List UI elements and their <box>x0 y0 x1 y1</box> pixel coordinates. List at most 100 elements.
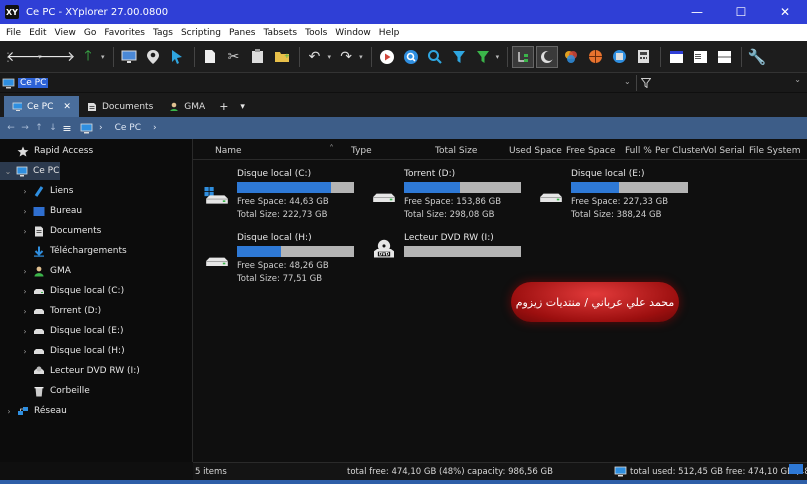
down-icon[interactable]: ↓ <box>46 123 60 133</box>
color-filter-icon[interactable] <box>560 46 582 68</box>
address-dropdown-icon[interactable]: ⌄ <box>624 77 631 86</box>
forward-arrow-icon[interactable]: 🡒 <box>38 46 76 68</box>
menu-go[interactable]: Go <box>80 28 100 38</box>
dark-mode-icon[interactable] <box>536 45 559 68</box>
up-icon[interactable]: ↑ <box>32 123 46 133</box>
tag-badge-icon[interactable] <box>608 46 630 68</box>
visual-filter-icon[interactable] <box>472 46 494 68</box>
menu-help[interactable]: Help <box>375 28 404 38</box>
resize-grip[interactable] <box>789 464 803 474</box>
expand-chevron-icon[interactable]: › <box>20 327 30 336</box>
tree-item-reseau[interactable]: › Réseau <box>4 402 66 420</box>
undo-dropdown-icon[interactable]: ▾ <box>328 53 332 61</box>
sort-ascending-icon[interactable]: ˄ <box>329 144 334 155</box>
cursor-icon[interactable] <box>166 46 188 68</box>
monitor-icon[interactable] <box>118 46 140 68</box>
dual-pane-icon[interactable] <box>713 46 735 68</box>
filter-icon[interactable] <box>448 46 470 68</box>
cut-icon[interactable]: ✂ <box>223 46 245 68</box>
search-icon[interactable] <box>424 46 446 68</box>
column-file-system[interactable]: File System <box>749 146 800 156</box>
menu-tags[interactable]: Tags <box>149 28 177 38</box>
new-file-icon[interactable] <box>199 46 221 68</box>
expand-chevron-icon[interactable]: › <box>4 407 14 416</box>
filter-dropdown-icon[interactable]: ▾ <box>496 53 500 61</box>
tree-item-corbeille[interactable]: Corbeille <box>20 382 90 400</box>
collapse-chevron-icon[interactable]: ⌄ <box>3 167 13 176</box>
menu-icon[interactable]: ≡ <box>60 122 74 135</box>
tree-item-ce-pc[interactable]: ⌄ Ce PC <box>0 162 60 180</box>
minimize-button[interactable]: — <box>675 0 719 24</box>
expand-chevron-icon[interactable]: › <box>20 227 30 236</box>
drive-item-e[interactable]: Disque local (E:) Free Space: 227,33 GB … <box>536 169 696 229</box>
find-files-icon[interactable] <box>400 46 422 68</box>
menu-favorites[interactable]: Favorites <box>100 28 149 38</box>
new-folder-icon[interactable]: + <box>271 46 293 68</box>
expand-chevron-icon[interactable]: › <box>20 307 30 316</box>
forward-icon[interactable]: → <box>18 123 32 133</box>
tab-gma[interactable]: GMA <box>161 96 213 117</box>
menu-file[interactable]: File <box>2 28 25 38</box>
redo-dropdown-icon[interactable]: ▾ <box>359 53 363 61</box>
undo-icon[interactable]: ↶ <box>304 46 326 68</box>
new-tab-button[interactable]: + <box>213 96 234 117</box>
column-full-percent[interactable]: Full % <box>625 146 652 156</box>
breadcrumb-separator[interactable]: › <box>99 123 103 133</box>
tab-documents[interactable]: Documents <box>79 96 161 117</box>
menu-scripting[interactable]: Scripting <box>177 28 225 38</box>
tab-list-dropdown-icon[interactable]: ▾ <box>234 96 251 117</box>
menu-view[interactable]: View <box>51 28 80 38</box>
drive-item-h[interactable]: Disque local (H:) Free Space: 48,26 GB T… <box>202 233 362 293</box>
tree-item-documents[interactable]: › Documents <box>20 222 101 240</box>
forward-dropdown-icon[interactable]: ▾ <box>70 53 74 61</box>
tree-item-torrent-d[interactable]: › Torrent (D:) <box>20 302 101 320</box>
tree-item-telechargements[interactable]: Téléchargements <box>20 242 127 260</box>
column-total-size[interactable]: Total Size <box>435 146 477 156</box>
drive-item-c[interactable]: Disque local (C:) Free Space: 44,63 GB T… <box>202 169 362 229</box>
address-field[interactable]: Ce PC <box>2 75 634 91</box>
tab-ce-pc[interactable]: Ce PC ✕ <box>4 96 79 117</box>
tree-item-gma[interactable]: › GMA <box>20 262 71 280</box>
tree-item-disque-c[interactable]: › Disque local (C:) <box>20 282 124 300</box>
paste-icon[interactable] <box>247 46 269 68</box>
maximize-button[interactable]: ☐ <box>719 0 763 24</box>
expand-chevron-icon[interactable]: › <box>20 267 30 276</box>
column-vol-serial[interactable]: Vol Serial <box>703 146 745 156</box>
drive-item-dvd[interactable]: DVD Lecteur DVD RW (I:) <box>369 233 529 293</box>
tree-item-rapid-access[interactable]: Rapid Access <box>4 142 93 160</box>
column-type[interactable]: Type <box>351 146 372 156</box>
location-pin-icon[interactable] <box>142 46 164 68</box>
breadcrumb-separator[interactable]: › <box>153 123 157 133</box>
column-per-cluster[interactable]: Per Cluster <box>655 146 704 156</box>
tree-item-liens[interactable]: › Liens <box>20 182 73 200</box>
tree-item-disque-e[interactable]: › Disque local (E:) <box>20 322 123 340</box>
tree-item-bureau[interactable]: › Bureau <box>20 202 82 220</box>
column-free-space[interactable]: Free Space <box>566 146 615 156</box>
expand-chevron-icon[interactable]: › <box>20 187 30 196</box>
back-icon[interactable]: ← <box>4 123 18 133</box>
customize-tools-icon[interactable]: 🔧 <box>746 46 768 68</box>
breadcrumb-item-ce-pc[interactable]: Ce PC <box>115 123 141 133</box>
tree-item-disque-h[interactable]: › Disque local (H:) <box>20 342 124 360</box>
tree-item-dvd-i[interactable]: Lecteur DVD RW (I:) <box>20 362 140 380</box>
tree-toggle-icon[interactable] <box>512 45 535 68</box>
menu-tools[interactable]: Tools <box>301 28 331 38</box>
filter-dropdown-icon[interactable]: ⌄ <box>794 75 801 84</box>
back-arrow-icon[interactable]: 🡐 <box>6 46 44 68</box>
expand-chevron-icon[interactable]: › <box>20 287 30 296</box>
up-arrow-icon[interactable]: 🡑 <box>77 46 99 68</box>
single-pane-icon[interactable] <box>665 46 687 68</box>
menu-window[interactable]: Window <box>331 28 375 38</box>
menu-tabsets[interactable]: Tabsets <box>259 28 301 38</box>
column-name[interactable]: Name <box>215 146 242 156</box>
address-value[interactable]: Ce PC <box>18 78 49 88</box>
tab-close-icon[interactable]: ✕ <box>63 102 71 112</box>
live-filter-box[interactable] <box>636 75 805 91</box>
drive-item-d[interactable]: Torrent (D:) Free Space: 153,86 GB Total… <box>369 169 529 229</box>
preview-pane-icon[interactable] <box>689 46 711 68</box>
calculator-icon[interactable] <box>632 46 654 68</box>
menu-edit[interactable]: Edit <box>25 28 50 38</box>
close-button[interactable]: ✕ <box>763 0 807 24</box>
menu-panes[interactable]: Panes <box>225 28 259 38</box>
play-circle-icon[interactable] <box>376 46 398 68</box>
